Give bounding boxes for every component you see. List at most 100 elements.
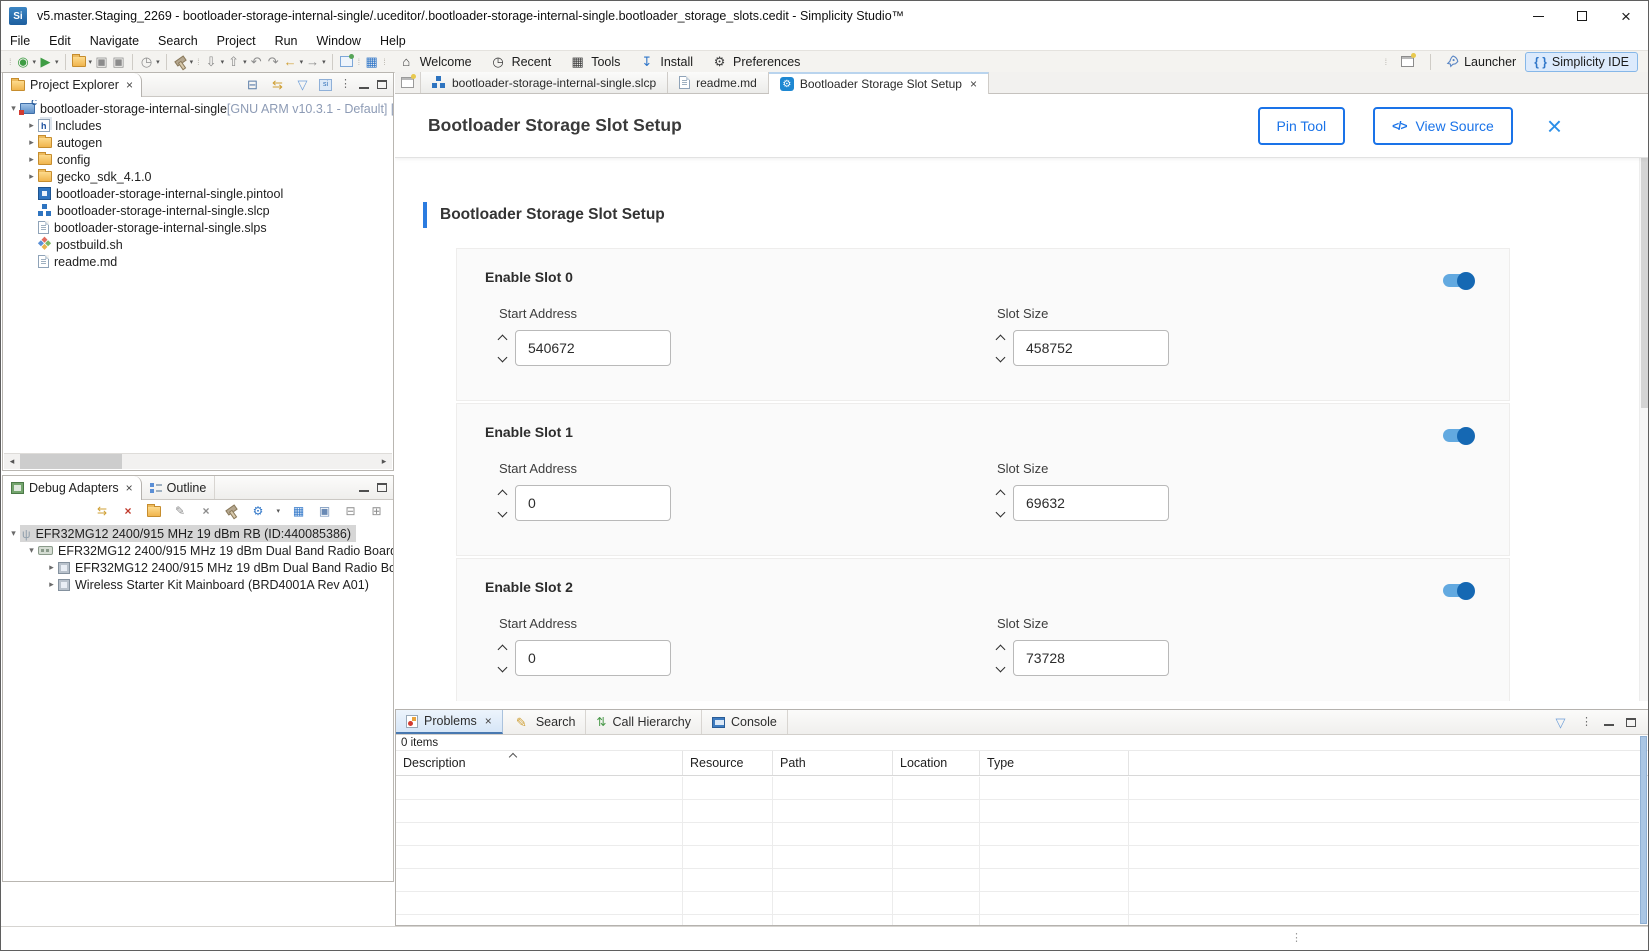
- tree-row-postbuild[interactable]: postbuild.sh: [3, 236, 393, 253]
- expander-icon[interactable]: ▾: [7, 528, 20, 539]
- increment-icon[interactable]: [498, 644, 508, 654]
- build-icon[interactable]: [172, 53, 189, 71]
- maximize-view-icon[interactable]: [1626, 718, 1636, 727]
- filter-icon[interactable]: ▽: [1552, 713, 1569, 731]
- close-tool-icon[interactable]: ×: [1547, 113, 1562, 139]
- decrement-icon[interactable]: [996, 662, 1006, 672]
- menu-search[interactable]: Search: [158, 34, 198, 48]
- tree-row-slcp[interactable]: bootloader-storage-internal-single.slcp: [3, 202, 393, 219]
- previous-annotation-icon[interactable]: ↶: [248, 53, 265, 71]
- slot-size-input[interactable]: [1013, 640, 1169, 676]
- delete-icon[interactable]: ×: [197, 502, 214, 520]
- increment-icon[interactable]: [996, 644, 1006, 654]
- scroll-left-icon[interactable]: ◂: [4, 456, 20, 467]
- expander-icon[interactable]: ▸: [25, 171, 38, 182]
- adapter-row-kit[interactable]: ▾ ψ EFR32MG12 2400/915 MHz 19 dBm RB (ID…: [3, 525, 393, 542]
- history-clock-icon[interactable]: ◷: [138, 53, 155, 71]
- close-view-icon[interactable]: ×: [126, 481, 133, 495]
- increment-icon[interactable]: [996, 334, 1006, 344]
- decrement-icon[interactable]: [498, 507, 508, 517]
- maximize-view-icon[interactable]: [377, 80, 387, 89]
- debug-icon[interactable]: ◉: [15, 53, 32, 71]
- slot-1-toggle[interactable]: [1443, 429, 1472, 442]
- minimize-view-icon[interactable]: [359, 484, 369, 492]
- tab-search[interactable]: ✎ Search: [503, 710, 587, 734]
- tree-row-autogen[interactable]: ▸ autogen: [3, 134, 393, 151]
- menu-window[interactable]: Window: [317, 34, 361, 48]
- increment-icon[interactable]: [996, 489, 1006, 499]
- column-path[interactable]: Path: [773, 751, 893, 775]
- tab-outline[interactable]: Outline: [142, 476, 216, 499]
- adapter-settings-gear-icon[interactable]: ⚙: [249, 502, 266, 520]
- new-wizard-icon[interactable]: [71, 53, 88, 71]
- tree-row-slps[interactable]: bootloader-storage-internal-single.slps: [3, 219, 393, 236]
- expander-icon[interactable]: ▸: [25, 137, 38, 148]
- tab-console[interactable]: Console: [702, 710, 788, 734]
- menu-file[interactable]: File: [10, 34, 30, 48]
- save-icon[interactable]: ▣: [93, 53, 110, 71]
- tree-row-includes[interactable]: ▸ Includes: [3, 117, 393, 134]
- expand-all-icon[interactable]: ⊞: [368, 502, 385, 520]
- editor-trim-icon[interactable]: [395, 72, 421, 93]
- column-description[interactable]: Description: [396, 751, 683, 775]
- increment-icon[interactable]: [498, 489, 508, 499]
- menu-run[interactable]: Run: [275, 34, 298, 48]
- start-address-input[interactable]: [515, 330, 671, 366]
- install-button[interactable]: ↧ Install: [638, 53, 693, 71]
- scroll-right-icon[interactable]: ▸: [376, 456, 392, 467]
- adapter-row-radio-board-group[interactable]: ▾ EFR32MG12 2400/915 MHz 19 dBm Dual Ban…: [3, 542, 393, 559]
- debug-dropdown-icon[interactable]: ▾: [33, 58, 37, 66]
- tree-row-readme[interactable]: readme.md: [3, 253, 393, 270]
- number-stepper[interactable]: [997, 646, 1004, 671]
- table-view-icon[interactable]: ▦: [290, 502, 307, 520]
- run-icon[interactable]: ▶: [37, 53, 54, 71]
- close-tab-icon[interactable]: ×: [970, 77, 977, 91]
- number-stepper[interactable]: [499, 491, 506, 516]
- history-dropdown-icon[interactable]: ▾: [156, 58, 160, 66]
- adapter-row-radio-board[interactable]: ▸ EFR32MG12 2400/915 MHz 19 dBm Dual Ban…: [3, 559, 393, 576]
- editor-scrollbar[interactable]: ▲: [1639, 94, 1648, 701]
- settings-dropdown-icon[interactable]: ▾: [276, 507, 280, 515]
- tab-call-hierarchy[interactable]: ⇅ Call Hierarchy: [586, 710, 702, 734]
- tree-row-config[interactable]: ▸ config: [3, 151, 393, 168]
- minimize-button[interactable]: [1516, 1, 1560, 31]
- decrement-icon[interactable]: [498, 352, 508, 362]
- new-group-icon[interactable]: [145, 502, 162, 520]
- slot-0-toggle[interactable]: [1443, 274, 1472, 287]
- column-type[interactable]: Type: [980, 751, 1129, 775]
- collapse-all-icon[interactable]: ⊟: [244, 76, 261, 94]
- menu-help[interactable]: Help: [380, 34, 406, 48]
- open-perspective-icon[interactable]: [1399, 53, 1416, 71]
- problems-scrollbar[interactable]: [1640, 736, 1647, 924]
- copy-icon[interactable]: ▣: [316, 502, 333, 520]
- menu-edit[interactable]: Edit: [49, 34, 71, 48]
- rename-icon[interactable]: ✎: [171, 502, 188, 520]
- disconnect-icon[interactable]: ×: [119, 502, 136, 520]
- decrement-icon[interactable]: [996, 507, 1006, 517]
- tools-button[interactable]: ▦ Tools: [569, 53, 620, 71]
- mark-occurrences-icon[interactable]: ▦: [363, 53, 380, 71]
- scrollbar-thumb[interactable]: [20, 454, 122, 469]
- adapter-tools-icon[interactable]: [223, 502, 240, 520]
- forward-dropdown-icon[interactable]: ▾: [322, 58, 326, 66]
- tab-problems[interactable]: Problems ×: [396, 710, 503, 734]
- focus-si-icon[interactable]: si: [319, 79, 332, 91]
- increment-icon[interactable]: [498, 334, 508, 344]
- horizontal-scrollbar[interactable]: ◂ ▸: [4, 453, 392, 469]
- tree-row-pintool[interactable]: bootloader-storage-internal-single.pinto…: [3, 185, 393, 202]
- column-resource[interactable]: Resource: [683, 751, 773, 775]
- menu-project[interactable]: Project: [217, 34, 256, 48]
- perspective-launcher-button[interactable]: Launcher: [1445, 55, 1516, 69]
- number-stepper[interactable]: [997, 491, 1004, 516]
- export-dropdown-icon[interactable]: ▾: [243, 58, 247, 66]
- back-icon[interactable]: ←: [282, 53, 299, 71]
- slot-2-toggle[interactable]: [1443, 584, 1472, 597]
- build-dropdown-icon[interactable]: ▾: [190, 58, 194, 66]
- expander-icon[interactable]: ▸: [25, 154, 38, 165]
- perspective-simplicity-ide-button[interactable]: { } Simplicity IDE: [1525, 52, 1638, 72]
- import-icon[interactable]: ⇩: [203, 53, 220, 71]
- editor-tab-slcp[interactable]: bootloader-storage-internal-single.slcp: [421, 72, 668, 93]
- view-menu-icon[interactable]: ⋮: [340, 79, 351, 90]
- editor-tab-readme[interactable]: readme.md: [668, 72, 769, 93]
- import-dropdown-icon[interactable]: ▾: [221, 58, 225, 66]
